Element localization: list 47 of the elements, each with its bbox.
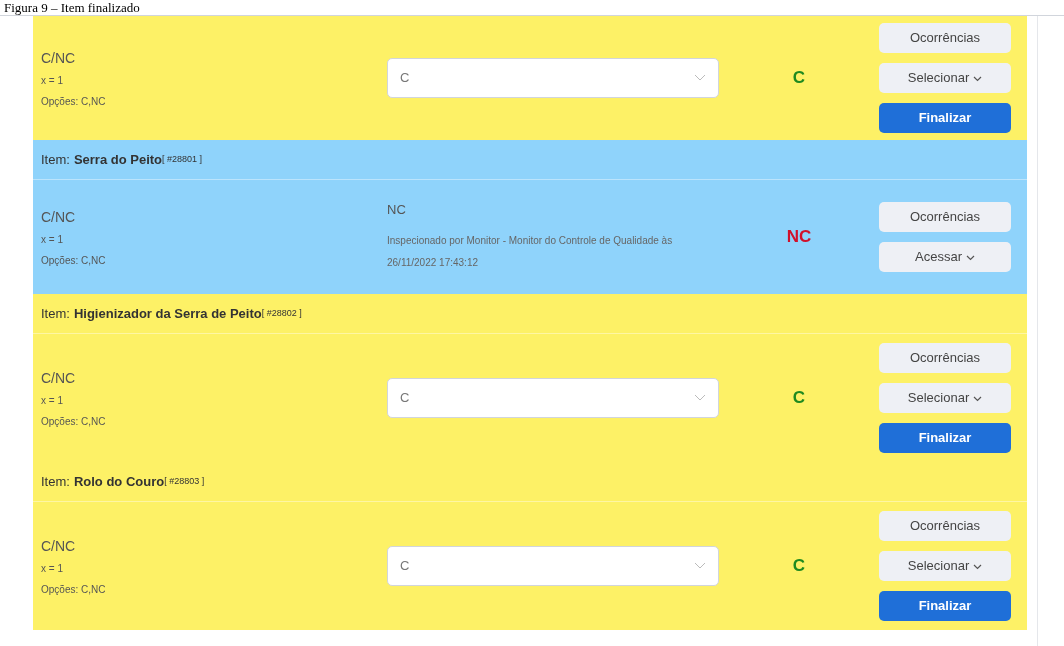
options-text: Opções: C,NC — [41, 94, 107, 109]
select-button[interactable]: Selecionar — [879, 383, 1011, 413]
chevron-icon — [973, 75, 983, 82]
question-type: C/NC — [41, 536, 77, 556]
formula-text: x = 1 — [41, 73, 64, 88]
formula-text: x = 1 — [41, 232, 64, 247]
occurrences-button[interactable]: Ocorrências — [879, 343, 1011, 373]
finalize-button[interactable]: Finalizar — [879, 591, 1011, 621]
result-text: C — [791, 387, 807, 410]
select-field[interactable]: C — [387, 378, 719, 418]
item-code: [ #28802 ] — [261, 306, 302, 320]
finalize-button[interactable]: Finalizar — [879, 423, 1011, 453]
result-text: C — [791, 555, 807, 578]
formula-text: x = 1 — [41, 561, 64, 576]
item-label: Item: — [41, 472, 70, 491]
select-button[interactable]: Selecionar — [879, 551, 1011, 581]
chevron-icon — [694, 394, 706, 402]
options-text: Opções: C,NC — [41, 414, 107, 429]
question-type: C/NC — [41, 368, 77, 388]
item-code: [ #28803 ] — [164, 474, 205, 488]
finalize-button[interactable]: Finalizar — [879, 103, 1011, 133]
chevron-icon — [973, 395, 983, 402]
select-button[interactable]: Selecionar — [879, 63, 1011, 93]
formula-text: x = 1 — [41, 393, 64, 408]
figure-caption: Figura 9 – Item finalizado — [3, 0, 140, 15]
item-label: Item: — [41, 304, 70, 323]
inspection-text: Inspecionado por Monitor - Monitor do Controle de Qualidade às 26/11/2022 17:43:12 — [387, 233, 674, 270]
item-code: [ #28801 ] — [162, 152, 203, 166]
question-type: C/NC — [41, 207, 77, 227]
access-button[interactable]: Acessar — [879, 242, 1011, 272]
occurrences-button[interactable]: Ocorrências — [879, 202, 1011, 232]
answer-text: NC — [387, 201, 407, 220]
chevron-icon — [966, 254, 975, 261]
item-label: Item: — [41, 150, 70, 169]
question-type: C/NC — [41, 48, 77, 68]
result-text: NC — [785, 226, 813, 249]
chevron-icon — [694, 562, 706, 570]
options-text: Opções: C,NC — [41, 253, 107, 268]
result-text: C — [791, 67, 807, 90]
options-text: Opções: C,NC — [41, 582, 107, 597]
chevron-icon — [973, 563, 983, 570]
select-field[interactable]: C — [387, 58, 719, 98]
chevron-icon — [694, 74, 706, 82]
occurrences-button[interactable]: Ocorrências — [879, 23, 1011, 53]
select-field[interactable]: C — [387, 546, 719, 586]
occurrences-button[interactable]: Ocorrências — [879, 511, 1011, 541]
item-name: Higienizador da Serra de Peito — [73, 304, 262, 323]
